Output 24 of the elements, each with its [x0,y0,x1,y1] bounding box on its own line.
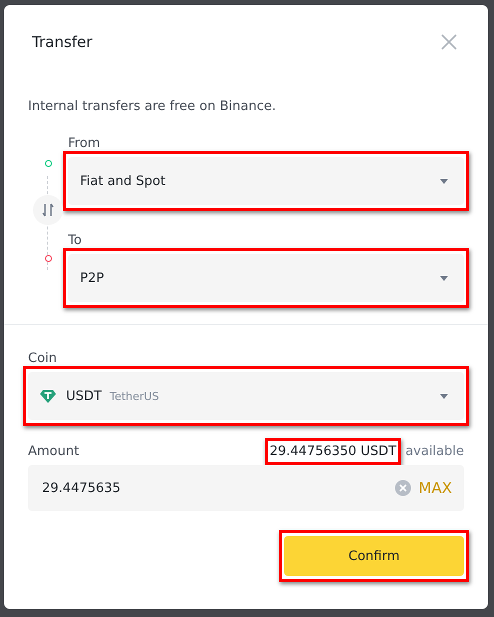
caret-icon [440,394,448,398]
caret-icon [440,178,448,184]
field-label: From [68,136,102,151]
coin-icon [40,388,56,404]
source-account-select[interactable]: Fiat and Spot [68,157,464,205]
swap-button[interactable] [33,195,63,225]
caret-icon [440,276,448,280]
field-label: Amount [28,444,80,459]
info-text: Internal transfers are free on Binance. [27,99,277,114]
coin-select[interactable]: USDT TetherUS [28,372,464,420]
available-balance: 29.44756350 USDT [270,444,396,459]
swap-icon [42,203,54,217]
destination-dot-icon [44,255,52,262]
field-label: To [68,233,83,248]
available-label: available [405,444,464,459]
coin-symbol: USDT [66,388,102,404]
field-label: Coin [28,351,58,366]
amount-field[interactable]: 29.4475635 MAX [28,465,464,511]
source-dot-icon [44,160,52,167]
confirm-button[interactable]: Confirm [284,536,464,576]
coin-name: TetherUS [110,390,159,402]
dialog-title: Transfer [32,33,92,51]
clear-icon[interactable] [394,480,411,496]
destination-account-select[interactable]: P2P [68,254,464,302]
